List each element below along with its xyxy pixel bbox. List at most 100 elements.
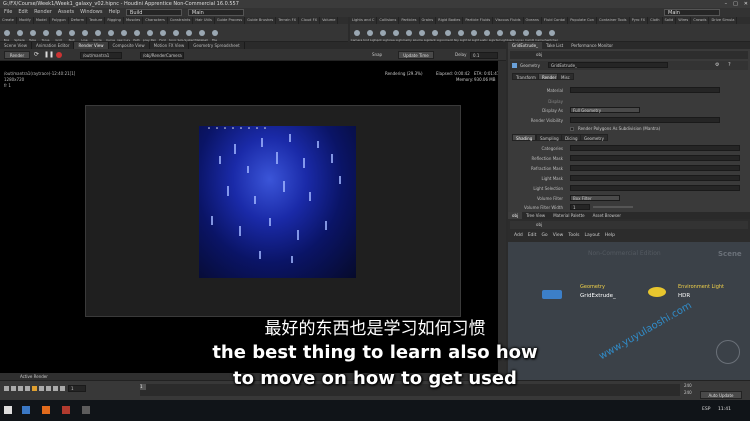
close-icon[interactable]: ✕ xyxy=(744,0,748,8)
subtab-shading[interactable]: Shading xyxy=(512,134,537,141)
tab-render-view[interactable]: Render View xyxy=(74,42,109,49)
menu-edit[interactable]: Edit xyxy=(18,8,28,17)
shelf-right-tool-3[interactable]: Area Light xyxy=(389,30,402,42)
volume-filter-width-field[interactable]: 1 xyxy=(570,204,590,210)
tab-tree-view[interactable]: Tree View xyxy=(522,212,549,219)
tab-misc[interactable]: Misc xyxy=(557,73,574,80)
shelf-left-tool-13[interactable]: Platonic Solids xyxy=(169,30,182,42)
shelf-left-tab-14[interactable]: Cloud FX xyxy=(299,17,321,24)
clock[interactable]: 11:41 xyxy=(718,407,731,412)
shelf-left-tool-3[interactable]: Torus xyxy=(39,30,52,42)
tab-take-list[interactable]: Take List xyxy=(542,42,567,49)
environment-light-node[interactable] xyxy=(648,287,666,297)
shelf-right-tab-6[interactable]: Viscous Fluids xyxy=(493,17,524,24)
shelf-left-tab-6[interactable]: Rigging xyxy=(105,17,124,24)
end-frame-2[interactable]: 240 xyxy=(684,390,692,395)
shelf-right-tab-3[interactable]: Grains xyxy=(420,17,437,24)
shelf-right-tool-4[interactable]: Geometry Light xyxy=(402,30,415,42)
snap-label[interactable]: Snap xyxy=(372,52,382,57)
shelf-right-tool-13[interactable]: Stereo Camera xyxy=(519,30,532,42)
shelf-right-tool-6[interactable]: Distant Light xyxy=(428,30,441,42)
shelf-left-tool-14[interactable]: L-System xyxy=(182,30,195,42)
shelf-left-tool-12[interactable]: Font xyxy=(156,30,169,42)
update-time-button[interactable]: Update Time xyxy=(398,51,434,59)
menu-assets[interactable]: Assets xyxy=(58,8,74,17)
render-polys-checkbox[interactable] xyxy=(570,127,574,131)
volume-filter-width-slider[interactable] xyxy=(593,206,633,208)
render-visibility-field[interactable] xyxy=(570,117,720,123)
shelf-left-tool-0[interactable]: Box xyxy=(0,30,13,42)
shelf-right-tool-12[interactable]: Ambient Light xyxy=(506,30,519,42)
shelf-left-tool-8[interactable]: Curve xyxy=(104,30,117,42)
refresh-icon[interactable]: ⟳ xyxy=(34,51,40,58)
shelf-left-tab-2[interactable]: Model xyxy=(34,17,50,24)
minimize-icon[interactable]: – xyxy=(725,0,728,8)
pause-icon[interactable]: ❚❚ xyxy=(44,51,54,58)
shelf-right-tool-2[interactable]: Spot Light xyxy=(376,30,389,42)
delay-field[interactable]: 0.1 xyxy=(470,52,498,59)
shelf-left-tab-9[interactable]: Constraints xyxy=(168,17,194,24)
tab-geometry-spreadsheet[interactable]: Geometry Spreadsheet xyxy=(189,42,245,49)
tab-transform[interactable]: Transform xyxy=(512,73,540,80)
shelf-right-tab-0[interactable]: Lights and C xyxy=(350,17,378,24)
desktop-main-right-select[interactable]: Main xyxy=(664,9,720,16)
shelf-right-tool-10[interactable]: Caustic Light xyxy=(480,30,493,42)
net-menu-edit[interactable]: Edit xyxy=(528,233,537,238)
shelf-right-tab-8[interactable]: Fluid Contai xyxy=(542,17,569,24)
menu-windows[interactable]: Windows xyxy=(80,8,102,17)
shelf-left-tool-5[interactable]: Null xyxy=(65,30,78,42)
shelf-left-tool-11[interactable]: Spray Paint xyxy=(143,30,156,42)
net-menu-add[interactable]: Add xyxy=(514,233,523,238)
tab-animation-editor[interactable]: Animation Editor xyxy=(32,42,75,49)
shelf-left-tool-7[interactable]: Circle xyxy=(91,30,104,42)
shelf-left-tool-9[interactable]: Draw Curve xyxy=(117,30,130,42)
net-menu-help[interactable]: Help xyxy=(605,233,615,238)
shelf-left-tab-12[interactable]: Guide Brushes xyxy=(245,17,277,24)
menu-file[interactable]: File xyxy=(4,8,12,17)
tab-material-palette[interactable]: Material Palette xyxy=(549,212,588,219)
shelf-right-tab-7[interactable]: Oceans xyxy=(524,17,542,24)
auto-update-button[interactable]: Auto Update xyxy=(700,391,742,399)
render-button[interactable]: Render xyxy=(4,51,30,59)
shelf-right-tool-0[interactable]: Camera xyxy=(350,30,363,42)
shelf-right-tab-13[interactable]: Solid xyxy=(663,17,677,24)
shelf-right-tool-11[interactable]: Portal Light xyxy=(493,30,506,42)
subtab-geometry[interactable]: Geometry xyxy=(580,134,608,141)
shelf-right-tab-5[interactable]: Particle Fluids xyxy=(463,17,494,24)
shelf-left-tool-2[interactable]: Tube xyxy=(26,30,39,42)
shelf-left-tab-10[interactable]: Hair Utils xyxy=(193,17,215,24)
shelf-left-tab-3[interactable]: Polygon xyxy=(50,17,69,24)
subtab-dicing[interactable]: Dicing xyxy=(561,134,582,141)
display-as-select[interactable]: Full Geometry xyxy=(570,107,640,113)
tab-performance-monitor[interactable]: Performance Monitor xyxy=(567,42,617,49)
network-path[interactable]: obj xyxy=(536,222,542,227)
light-selection-field[interactable] xyxy=(570,185,740,191)
shelf-left-tab-0[interactable]: Create xyxy=(0,17,17,24)
shelf-right-tab-11[interactable]: Pyro FX xyxy=(630,17,649,24)
shelf-left-tab-7[interactable]: Muscles xyxy=(124,17,144,24)
shelf-left-tool-16[interactable]: File xyxy=(208,30,221,42)
light-mask-field[interactable] xyxy=(570,175,740,181)
shelf-right-tab-9[interactable]: Populate Con xyxy=(568,17,597,24)
shelf-right-tool-14[interactable]: VR Camera xyxy=(532,30,545,42)
app-taskbar-icon[interactable] xyxy=(62,406,70,414)
tab-motion-fx-view[interactable]: Motion FX View xyxy=(150,42,190,49)
shelf-right-tool-15[interactable]: Switcher xyxy=(545,30,558,42)
shelf-left-tab-4[interactable]: Deform xyxy=(69,17,88,24)
input-language[interactable]: ESP xyxy=(702,407,710,412)
desktop-build-select[interactable]: Build xyxy=(125,9,182,16)
shelf-left-tab-15[interactable]: Volume xyxy=(320,17,339,24)
categories-field[interactable] xyxy=(570,145,740,151)
net-menu-tools[interactable]: Tools xyxy=(568,233,579,238)
houdini-taskbar-icon[interactable] xyxy=(42,406,50,414)
geometry-node[interactable] xyxy=(542,290,562,299)
shelf-right-tool-8[interactable]: Sky Light xyxy=(454,30,467,42)
shelf-left-tab-11[interactable]: Guide Process xyxy=(215,17,246,24)
tab-gridextrude[interactable]: GridExtrude_ xyxy=(508,42,543,49)
shelf-left-tool-1[interactable]: Sphere xyxy=(13,30,26,42)
start-icon[interactable] xyxy=(4,406,12,414)
shelf-right-tab-1[interactable]: Collisions xyxy=(377,17,400,24)
shelf-left-tool-6[interactable]: Line xyxy=(78,30,91,42)
params-path[interactable]: obj xyxy=(536,52,542,57)
volume-filter-select[interactable]: Box Filter xyxy=(570,195,620,201)
